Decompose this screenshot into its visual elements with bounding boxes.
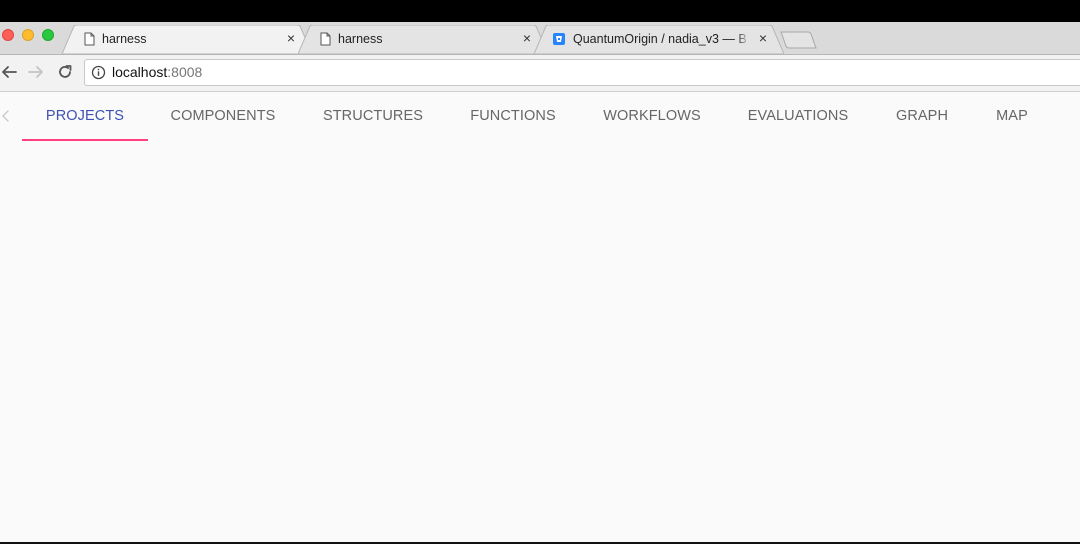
info-icon[interactable] bbox=[91, 65, 106, 80]
browser-tab-bitbucket[interactable]: QuantumOrigin / nadia_v3 — B × bbox=[534, 25, 784, 54]
tab-title: harness bbox=[102, 32, 147, 46]
url-host: localhost bbox=[112, 64, 168, 80]
close-tab-icon[interactable]: × bbox=[284, 31, 298, 45]
bitbucket-icon bbox=[553, 33, 565, 45]
title-fade bbox=[736, 30, 750, 48]
tab-evaluations[interactable]: EVALUATIONS bbox=[735, 92, 861, 141]
forward-arrow-icon[interactable] bbox=[27, 63, 45, 81]
tab-structures[interactable]: STRUCTURES bbox=[310, 92, 436, 141]
tab-workflows[interactable]: WORKFLOWS bbox=[589, 92, 715, 141]
zoom-window-button[interactable] bbox=[42, 29, 54, 41]
address-bar[interactable]: localhost:8008 bbox=[84, 59, 1080, 86]
url-port: :8008 bbox=[167, 64, 203, 80]
tab-components[interactable]: COMPONENTS bbox=[160, 92, 286, 141]
close-window-button[interactable] bbox=[2, 29, 14, 41]
active-tab-indicator bbox=[22, 139, 148, 141]
screen: harness × harness × QuantumOrigin / nadi… bbox=[0, 0, 1080, 544]
tab-title: harness bbox=[338, 32, 383, 46]
tab-graph[interactable]: GRAPH bbox=[880, 92, 964, 141]
browser-tab-strip: harness × harness × QuantumOrigin / nadi… bbox=[0, 22, 1080, 55]
file-icon bbox=[84, 32, 95, 46]
tab-projects[interactable]: PROJECTS bbox=[22, 92, 148, 141]
address-url: localhost:8008 bbox=[112, 64, 202, 80]
tab-map[interactable]: MAP bbox=[980, 92, 1044, 141]
file-icon bbox=[320, 32, 331, 46]
tab-title: QuantumOrigin / nadia_v3 — B bbox=[573, 32, 747, 46]
new-tab-button[interactable] bbox=[780, 31, 818, 49]
close-tab-icon[interactable]: × bbox=[520, 31, 534, 45]
chevron-left-icon[interactable] bbox=[0, 109, 12, 123]
browser-tab-harness-active[interactable]: harness × bbox=[62, 25, 312, 54]
reload-icon[interactable] bbox=[56, 63, 74, 81]
browser-toolbar: localhost:8008 bbox=[0, 55, 1080, 92]
page-content: PROJECTS COMPONENTS STRUCTURES FUNCTIONS… bbox=[0, 92, 1080, 542]
close-tab-icon[interactable]: × bbox=[756, 31, 770, 45]
back-arrow-icon[interactable] bbox=[0, 63, 18, 81]
browser-tab-harness[interactable]: harness × bbox=[298, 25, 548, 54]
tab-functions[interactable]: FUNCTIONS bbox=[450, 92, 576, 141]
minimize-window-button[interactable] bbox=[22, 29, 34, 41]
